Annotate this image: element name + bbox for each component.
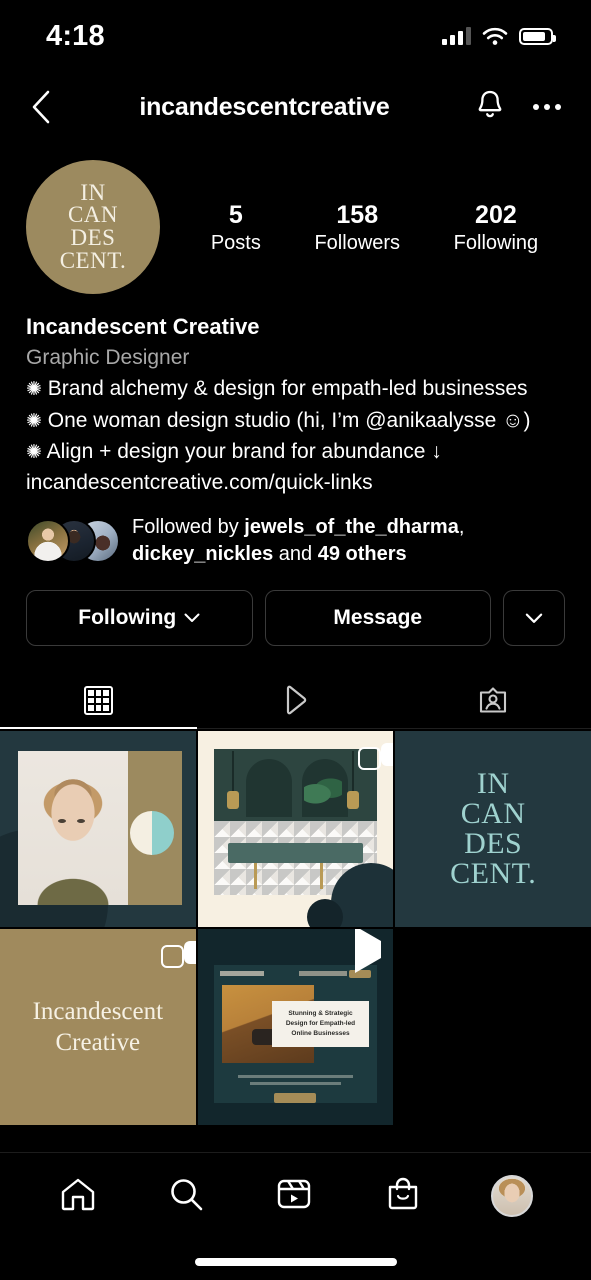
post-logo-text: IN CAN DES CENT. [450, 769, 536, 889]
followed-by-avatars [26, 519, 120, 564]
profile-header: incandescentcreative [0, 72, 591, 142]
status-bar: 4:18 [0, 0, 591, 72]
bio-line-1: ✺ Brand alchemy & design for empath-led … [26, 373, 565, 405]
profile-tabs [0, 672, 591, 730]
following-button-label: Following [78, 606, 177, 630]
posts-label: Posts [210, 232, 261, 255]
avatar-logo-text: IN CAN DES CENT. [59, 179, 127, 273]
more-options-button[interactable] [533, 104, 561, 110]
chevron-down-icon [525, 613, 543, 623]
bottom-navigation [0, 1152, 591, 1280]
following-count: 202 [475, 200, 517, 229]
sparkle-bullet-icon: ✺ [26, 410, 42, 432]
sparkle-bullet-icon: ✺ [26, 379, 42, 401]
status-bar-clock: 4:18 [46, 19, 105, 52]
post-logo-line-1: IN [476, 767, 510, 801]
post-logo-line-2: CAN [460, 797, 526, 831]
stat-following[interactable]: 202 Following [454, 199, 538, 256]
nav-search-button[interactable] [166, 1174, 206, 1219]
post-empty-slot [395, 929, 591, 1125]
reel-headline: Stunning & Strategic Design for Empath-l… [285, 1010, 356, 1037]
play-triangle-icon [286, 686, 306, 715]
followed-by-row[interactable]: Followed by jewels_of_the_dharma, dickey… [0, 498, 591, 568]
shopping-bag-icon [388, 1177, 417, 1209]
home-indicator [194, 1258, 397, 1266]
tagged-person-icon [479, 687, 506, 713]
tab-reels[interactable] [197, 672, 394, 728]
profile-stats: 5 Posts 158 Followers 202 Following [160, 199, 565, 256]
following-label: Following [453, 232, 539, 255]
chevron-down-icon [184, 613, 200, 623]
stat-followers[interactable]: 158 Followers [314, 199, 400, 256]
page-title: incandescentcreative [139, 92, 390, 121]
bell-icon [478, 90, 502, 117]
avatar-logo-line-2: CAN [67, 202, 119, 228]
profile-bio: Incandescent Creative Graphic Designer ✺… [0, 294, 591, 498]
header-actions [475, 89, 561, 126]
display-name: Incandescent Creative [26, 314, 260, 339]
cellular-signal-icon [442, 27, 471, 45]
profile-category: Graphic Designer [26, 346, 190, 369]
reels-icon [278, 1179, 311, 1208]
avatar-logo-line-4: CENT. [59, 247, 127, 273]
post-portrait-headshot[interactable] [0, 731, 196, 928]
profile-summary: IN CAN DES CENT. 5 Posts 158 Followers 2… [0, 142, 591, 294]
post-logo-line-3: DES [464, 827, 523, 861]
bio-link[interactable]: incandescentcreative.com/quick-links [26, 468, 565, 498]
following-button[interactable]: Following [26, 590, 253, 647]
followed-by-user-1[interactable]: jewels_of_the_dharma [244, 516, 459, 538]
back-button[interactable] [30, 89, 64, 125]
tab-tagged[interactable] [394, 672, 591, 728]
nav-home-button[interactable] [58, 1174, 98, 1219]
reel-icon [355, 929, 382, 974]
profile-actions: Following Message [0, 568, 591, 647]
posts-count: 5 [228, 200, 243, 229]
bio-line-2: ✺ One woman design studio (hi, I’m @anik… [26, 405, 565, 437]
battery-icon [519, 27, 556, 45]
post-wordmark-line-1: Incandescent [32, 997, 164, 1025]
followers-label: Followers [314, 232, 401, 255]
bio-line-2-text: One woman design studio (hi, I’m @anikaa… [41, 408, 531, 432]
followed-by-middle: and [273, 543, 318, 566]
nav-profile-avatar[interactable] [490, 1175, 533, 1217]
home-icon [61, 1178, 95, 1210]
grid-icon [84, 685, 113, 715]
bio-line-1-text: Brand alchemy & design for empath-led bu… [41, 377, 528, 401]
message-button[interactable]: Message [264, 590, 491, 647]
chevron-left-icon [32, 90, 50, 124]
notifications-button[interactable] [475, 89, 505, 126]
post-bathroom-interior[interactable] [197, 731, 394, 928]
search-icon [171, 1178, 203, 1210]
followed-by-prefix: Followed by [132, 516, 245, 539]
post-wordmark-line-2: Creative [55, 1028, 141, 1056]
bio-line-3-text: Align + design your brand for abundance … [41, 440, 442, 464]
post-incandescent-logo[interactable]: IN CAN DES CENT. [395, 731, 591, 928]
message-button-label: Message [333, 606, 423, 630]
post-wordmark-text: Incandescent Creative [33, 996, 163, 1059]
posts-grid: IN CAN DES CENT. Incandescent Creative S… [0, 731, 591, 1125]
followed-by-user-2[interactable]: dickey_nickles [132, 543, 273, 565]
nav-reels-button[interactable] [274, 1174, 314, 1219]
followed-by-others[interactable]: 49 others [318, 543, 407, 565]
profile-avatar[interactable]: IN CAN DES CENT. [26, 160, 160, 294]
followers-count: 158 [336, 200, 379, 229]
wifi-icon [482, 27, 508, 45]
sparkle-bullet-icon: ✺ [26, 442, 42, 464]
followed-by-separator: , [458, 516, 465, 539]
followed-by-text: Followed by jewels_of_the_dharma, dickey… [118, 514, 565, 568]
more-actions-button[interactable] [503, 590, 565, 647]
post-website-reel[interactable]: Stunning & Strategic Design for Empath-l… [197, 929, 394, 1125]
ellipsis-icon [533, 104, 539, 110]
post-logo-line-4: CENT. [450, 857, 537, 891]
nav-shop-button[interactable] [383, 1174, 423, 1219]
status-bar-indicators [442, 27, 556, 46]
avatar-logo-line-1: IN [80, 179, 106, 205]
instagram-profile-screen: 4:18 incandescentcreative IN CAN DES CEN… [0, 0, 591, 1280]
tab-grid[interactable] [0, 672, 197, 730]
stat-posts[interactable]: 5 Posts [211, 199, 261, 256]
avatar-logo-line-3: DES [70, 225, 116, 250]
bio-line-3: ✺ Align + design your brand for abundanc… [26, 436, 565, 468]
post-incandescent-wordmark[interactable]: Incandescent Creative [0, 929, 196, 1125]
